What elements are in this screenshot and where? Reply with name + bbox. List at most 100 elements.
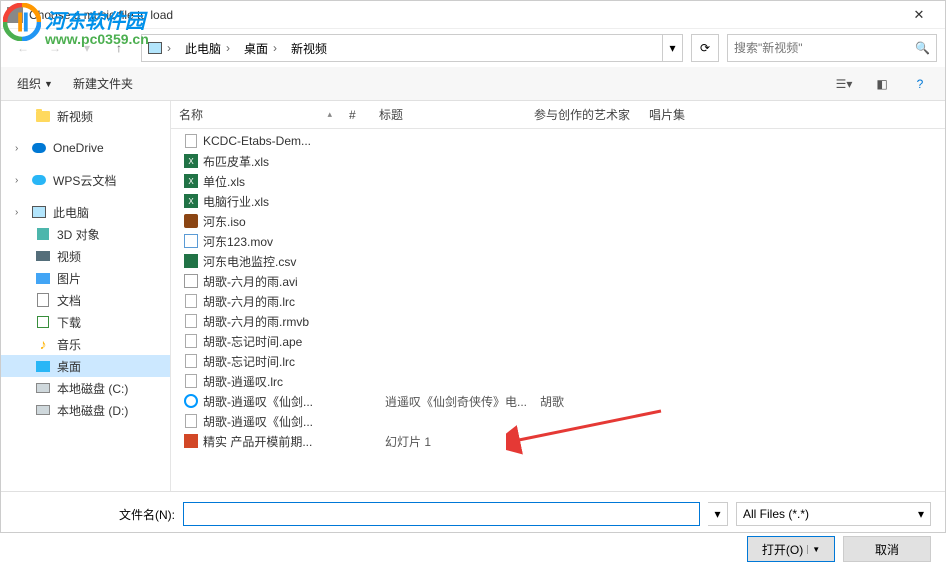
sidebar-item[interactable]: 下载 xyxy=(1,311,170,333)
file-name: 胡歌-六月的雨.rmvb xyxy=(203,313,347,330)
preview-pane-icon[interactable]: ◧ xyxy=(867,72,897,96)
file-row[interactable]: X单位.xls xyxy=(171,171,945,191)
sidebar-label: 此电脑 xyxy=(53,204,89,221)
forward-button[interactable]: → xyxy=(41,34,69,62)
search-box[interactable]: 🔍 xyxy=(727,34,937,62)
file-name: 精实 产品开模前期... xyxy=(203,433,347,450)
file-row[interactable]: 胡歌-六月的雨.rmvb xyxy=(171,311,945,331)
doc-icon xyxy=(183,133,199,149)
column-headers: 名称▴ # 标题 参与创作的艺术家 唱片集 xyxy=(171,101,945,129)
file-row[interactable]: 胡歌-六月的雨.avi xyxy=(171,271,945,291)
sidebar-item[interactable]: 桌面 xyxy=(1,355,170,377)
back-button[interactable]: ← xyxy=(9,34,37,62)
file-row[interactable]: 河东123.mov xyxy=(171,231,945,251)
file-name: 胡歌-逍遥叹《仙剑... xyxy=(203,413,347,430)
sidebar-label: 文档 xyxy=(57,292,81,309)
sidebar-item[interactable]: 本地磁盘 (C:) xyxy=(1,377,170,399)
sidebar-label: 下载 xyxy=(57,314,81,331)
sidebar-item[interactable]: 3D 对象 xyxy=(1,223,170,245)
file-title: 幻灯片 1 xyxy=(377,433,532,450)
window-title: Choose a music file to load xyxy=(29,8,899,22)
column-artist[interactable]: 参与创作的艺术家 xyxy=(526,101,641,128)
file-name: 河东电池监控.csv xyxy=(203,253,347,270)
filename-dropdown[interactable]: ▾ xyxy=(708,502,728,526)
file-row[interactable]: X布匹皮革.xls xyxy=(171,151,945,171)
sidebar-label: 3D 对象 xyxy=(57,226,100,243)
sidebar-item[interactable]: ›WPS云文档 xyxy=(1,169,170,191)
breadcrumb-item[interactable]: 桌面› xyxy=(238,35,285,61)
file-row[interactable]: 胡歌-忘记时间.ape xyxy=(171,331,945,351)
breadcrumb-root[interactable]: › xyxy=(142,35,179,61)
folder-icon xyxy=(35,108,51,124)
navbar: ← → ▾ ↑ › 此电脑› 桌面› 新视频 ▾ ⟳ 🔍 xyxy=(1,29,945,67)
sidebar-item[interactable]: ›OneDrive xyxy=(1,137,170,159)
sidebar-item[interactable]: 视频 xyxy=(1,245,170,267)
breadcrumb[interactable]: › 此电脑› 桌面› 新视频 ▾ xyxy=(141,34,683,62)
file-row[interactable]: 胡歌-六月的雨.lrc xyxy=(171,291,945,311)
breadcrumb-item[interactable]: 此电脑› xyxy=(179,35,238,61)
file-name: 单位.xls xyxy=(203,173,347,190)
sidebar-item[interactable]: 本地磁盘 (D:) xyxy=(1,399,170,421)
file-row[interactable]: 胡歌-逍遥叹.lrc xyxy=(171,371,945,391)
file-row[interactable]: 河东.iso xyxy=(171,211,945,231)
view-options-icon[interactable]: ☰▾ xyxy=(829,72,859,96)
file-row[interactable]: 胡歌-忘记时间.lrc xyxy=(171,351,945,371)
sidebar-item[interactable]: ›此电脑 xyxy=(1,201,170,223)
filetype-dropdown[interactable]: All Files (*.*)▾ xyxy=(736,502,931,526)
file-row[interactable]: KCDC-Etabs-Dem... xyxy=(171,131,945,151)
up-button[interactable]: ↑ xyxy=(105,34,133,62)
sidebar-item[interactable]: 新视频 xyxy=(1,105,170,127)
help-icon[interactable]: ? xyxy=(905,72,935,96)
new-folder-button[interactable]: 新建文件夹 xyxy=(67,72,139,95)
filename-label: 文件名(N): xyxy=(15,506,175,523)
column-title[interactable]: 标题 xyxy=(371,101,526,128)
iso-icon xyxy=(183,213,199,229)
cancel-button[interactable]: 取消 xyxy=(843,536,931,562)
breadcrumb-dropdown[interactable]: ▾ xyxy=(662,35,682,61)
music-icon: ♪ xyxy=(35,336,51,352)
sidebar-item[interactable]: 图片 xyxy=(1,267,170,289)
sidebar-label: 图片 xyxy=(57,270,81,287)
sidebar-label: WPS云文档 xyxy=(53,172,116,189)
avi-icon xyxy=(183,273,199,289)
file-row[interactable]: 胡歌-逍遥叹《仙剑... xyxy=(171,411,945,431)
xls-icon: X xyxy=(183,193,199,209)
file-list: 名称▴ # 标题 参与创作的艺术家 唱片集 KCDC-Etabs-Dem... X… xyxy=(171,101,945,491)
file-name: 胡歌-忘记时间.ape xyxy=(203,333,347,350)
sidebar-label: 桌面 xyxy=(57,358,81,375)
doc-icon xyxy=(183,353,199,369)
app-icon xyxy=(7,7,23,23)
sidebar-item[interactable]: 文档 xyxy=(1,289,170,311)
onedrive-icon xyxy=(31,140,47,156)
desk-icon xyxy=(35,358,51,374)
sidebar-label: 本地磁盘 (D:) xyxy=(57,402,128,419)
column-num[interactable]: # xyxy=(341,101,371,128)
file-name: 布匹皮革.xls xyxy=(203,153,347,170)
file-row[interactable]: 河东电池监控.csv xyxy=(171,251,945,271)
file-name: 胡歌-忘记时间.lrc xyxy=(203,353,347,370)
organize-menu[interactable]: 组织▼ xyxy=(11,72,59,95)
refresh-button[interactable]: ⟳ xyxy=(691,34,719,62)
search-input[interactable] xyxy=(734,41,915,55)
doc-icon xyxy=(183,313,199,329)
open-button[interactable]: 打开(O)▼ xyxy=(747,536,835,562)
disk-icon xyxy=(35,380,51,396)
breadcrumb-item[interactable]: 新视频 xyxy=(285,35,333,61)
sidebar-item[interactable]: ♪音乐 xyxy=(1,333,170,355)
filename-input[interactable] xyxy=(183,502,700,526)
close-button[interactable]: ✕ xyxy=(899,1,939,29)
doc-icon xyxy=(183,413,199,429)
file-row[interactable]: X电脑行业.xls xyxy=(171,191,945,211)
file-name: KCDC-Etabs-Dem... xyxy=(203,134,347,148)
column-name[interactable]: 名称▴ xyxy=(171,101,341,128)
file-row[interactable]: 胡歌-逍遥叹《仙剑...逍遥叹《仙剑奇侠传》电...胡歌 xyxy=(171,391,945,411)
doc-icon xyxy=(183,293,199,309)
recent-button[interactable]: ▾ xyxy=(73,34,101,62)
file-row[interactable]: 精实 产品开模前期... 幻灯片 1 xyxy=(171,431,945,451)
titlebar: Choose a music file to load ✕ xyxy=(1,1,945,29)
file-name: 胡歌-六月的雨.avi xyxy=(203,273,347,290)
sidebar-label: 视频 xyxy=(57,248,81,265)
toolbar: 组织▼ 新建文件夹 ☰▾ ◧ ? xyxy=(1,67,945,101)
column-album[interactable]: 唱片集 xyxy=(641,101,721,128)
file-name: 河东123.mov xyxy=(203,233,347,250)
